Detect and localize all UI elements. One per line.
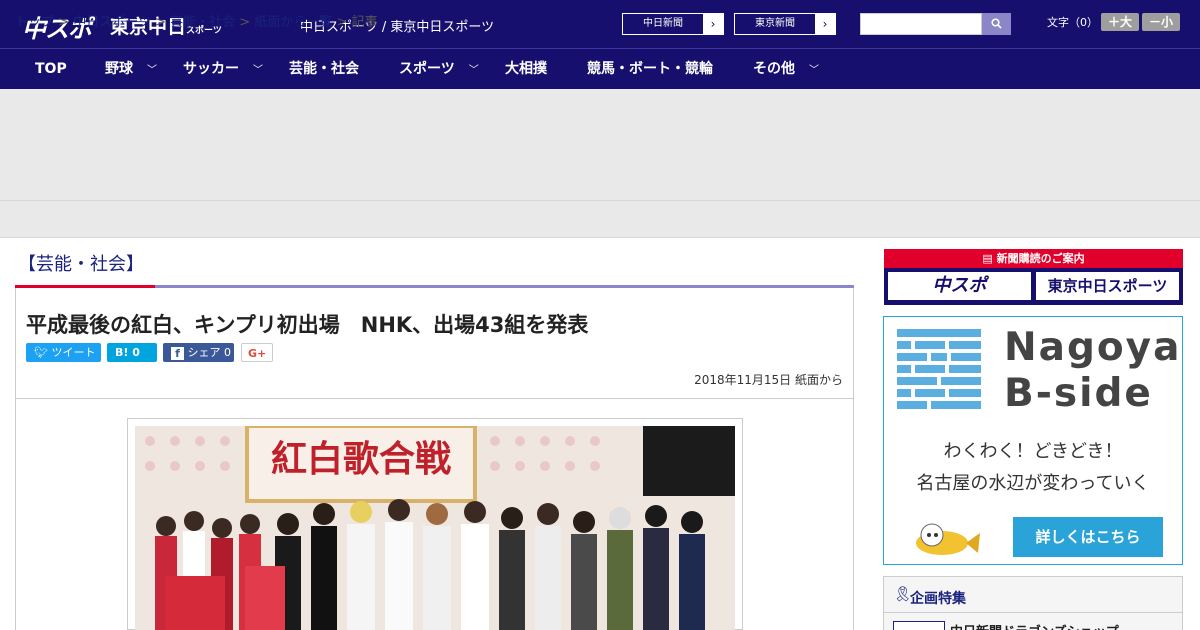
search-button[interactable]	[982, 13, 1011, 35]
chevron-down-icon: ﹀	[468, 65, 479, 76]
breadcrumb: トップ > 中日スポーツ > 芸能・社会 > 紙面から一覧 > 記事	[15, 11, 378, 30]
bside-copy-line2: 名古屋の水辺が変わっていく	[916, 473, 1150, 494]
nav-label: TOP	[35, 61, 67, 77]
dragons-shop-thumbnail[interactable]	[893, 621, 945, 630]
hatena-bookmark-button[interactable]: B! 0	[107, 343, 157, 362]
feature-divider	[884, 612, 1182, 613]
chevron-right-icon: ›	[703, 14, 723, 34]
nav-item-soccer[interactable]: サッカー ﹀	[183, 49, 263, 90]
breadcrumb-chunichi-sports[interactable]: 中日スポーツ	[73, 15, 151, 30]
bside-title-line2: B-side	[1004, 371, 1153, 416]
search-input[interactable]	[860, 13, 982, 35]
hatena-label: B!	[115, 346, 129, 359]
breadcrumb-sep: >	[239, 15, 251, 30]
chunichi-shimbun-button[interactable]: 中日新聞 ›	[622, 13, 724, 35]
tweet-button[interactable]: 🐦︎ ツイート	[26, 343, 101, 362]
article-divider	[16, 398, 853, 399]
nav-label: 大相撲	[505, 61, 547, 77]
breadcrumb-print-list[interactable]: 紙面から一覧	[254, 15, 332, 30]
tokyo-shimbun-button[interactable]: 東京新聞 ›	[734, 13, 836, 35]
subscription-banner[interactable]: ▤ 新聞購読のご案内 中スポ 東京中日スポーツ	[884, 249, 1183, 305]
photo-sign-text: 紅白歌合戦	[271, 438, 451, 480]
nav-item-entertainment[interactable]: 芸能・社会	[289, 49, 359, 90]
nav-item-sumo[interactable]: 大相撲	[505, 49, 547, 90]
bside-title: Nagoya B-side	[1004, 325, 1181, 417]
subscription-title-text: 新聞購読のご案内	[996, 252, 1085, 265]
facebook-count: 0	[224, 346, 231, 359]
fried-shrimp-mascot-icon	[916, 523, 980, 555]
breadcrumb-top[interactable]: トップ	[15, 15, 54, 30]
article-source: 紙面から	[794, 373, 843, 387]
subscription-title: ▤ 新聞購読のご案内	[884, 249, 1183, 268]
bside-title-line1: Nagoya	[1004, 325, 1182, 370]
subscribe-chuspo-link[interactable]: 中スポ	[888, 272, 1031, 300]
chevron-down-icon: ﹀	[809, 65, 819, 76]
brick-wall-icon	[897, 329, 981, 409]
nav-item-racing[interactable]: 競馬・ボート・競輪	[587, 49, 713, 90]
subscribe-tokyo-chunichi-link[interactable]: 東京中日スポーツ	[1036, 272, 1179, 300]
feature-heading: 企画特集	[910, 591, 966, 607]
chevron-right-icon: ›	[815, 14, 835, 34]
nav-item-baseball[interactable]: 野球 ﹀	[105, 49, 157, 90]
tweet-label: ツイート	[51, 346, 96, 359]
breadcrumb-sep: >	[155, 15, 166, 30]
tokyo-shimbun-label: 東京新聞	[755, 18, 795, 29]
main-nav: TOP 野球 ﹀ サッカー ﹀ 芸能・社会 スポーツ ﹀ 大相撲 競馬・ボート・競輪 …	[0, 48, 1200, 89]
bside-details-button[interactable]: 詳しくはこちら	[1013, 517, 1163, 557]
breadcrumb-entertainment[interactable]: 芸能・社会	[170, 15, 235, 30]
search-icon	[991, 18, 1002, 29]
breadcrumb-sep: >	[58, 15, 70, 30]
breadcrumb-current: 記事	[351, 15, 378, 30]
nav-item-top[interactable]: TOP	[35, 49, 67, 90]
ad-area	[0, 89, 1200, 200]
nav-label: 競馬・ボート・競輪	[587, 61, 713, 77]
nav-item-other[interactable]: その他 ﹀	[753, 49, 819, 90]
chevron-down-icon: ﹀	[147, 65, 157, 76]
nav-label: サッカー	[183, 61, 239, 77]
facebook-icon: f	[171, 346, 184, 360]
nav-label: 野球	[105, 61, 133, 77]
facebook-share-button[interactable]: f シェア 0	[163, 343, 234, 362]
hatena-count: 0	[132, 346, 140, 359]
nav-label: スポーツ	[399, 61, 455, 77]
nav-item-sports[interactable]: スポーツ ﹀	[399, 49, 479, 90]
breadcrumb-sep: >	[336, 15, 348, 30]
font-size-label: 文字（0）	[1047, 16, 1098, 29]
press-conference-photo: 紅白歌合戦	[135, 426, 735, 630]
category-heading: 【芸能・社会】	[18, 254, 144, 275]
gplus-share-button[interactable]: G+	[241, 343, 273, 362]
newspaper-icon: ▤	[982, 252, 993, 265]
chunichi-shimbun-label: 中日新聞	[643, 18, 683, 29]
breadcrumb-bar	[0, 200, 1200, 238]
feature-item-dragons-shop[interactable]: 中日新聞ドラゴンズショップ	[950, 621, 1119, 630]
bside-copy-line1: わくわく！どきどき！	[943, 441, 1123, 462]
nav-label: 芸能・社会	[289, 61, 359, 77]
nav-label: その他	[753, 61, 795, 77]
article-date: 2018年11月15日	[694, 373, 792, 387]
article-photo[interactable]: 紅白歌合戦	[135, 426, 735, 630]
font-bigger-button[interactable]: ＋大	[1101, 13, 1139, 31]
twitter-bird-icon: 🐦︎	[34, 346, 48, 359]
article-dateline: 2018年11月15日 紙面から	[694, 371, 843, 388]
article-headline: 平成最後の紅白、キンプリ初出場 NHK、出場43組を発表	[26, 313, 589, 337]
facebook-share-label: シェア	[187, 346, 221, 359]
chevron-down-icon: ﹀	[253, 65, 263, 76]
font-smaller-button[interactable]: －小	[1142, 13, 1180, 31]
